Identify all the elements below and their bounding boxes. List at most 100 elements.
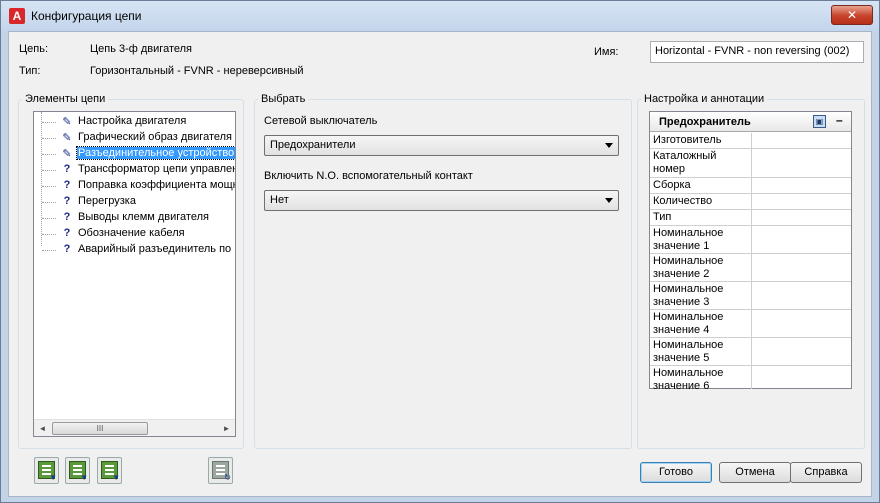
property-value[interactable] [751, 149, 851, 177]
property-value[interactable] [751, 338, 851, 365]
tree-item-label: Перегрузка [78, 195, 136, 207]
property-row[interactable]: Номинальное значение 5 [650, 338, 851, 366]
dialog-window: A Конфигурация цепи ✕ Цепь: Цепь 3-ф дви… [0, 0, 880, 503]
tree-item-selected[interactable]: ✎ Разъединительное устройство [34, 146, 235, 162]
tree-connector [42, 186, 56, 187]
pencil-icon: ✎ [62, 148, 72, 160]
scroll-right-arrow-icon[interactable]: ► [218, 420, 235, 436]
property-value[interactable] [751, 178, 851, 193]
help-button[interactable]: Справка [790, 462, 862, 483]
ok-button[interactable]: Готово [640, 462, 712, 483]
annotations-group-title: Настройка и аннотации [641, 93, 768, 105]
tree-item-label: Графический образ двигателя [78, 131, 232, 143]
name-input[interactable]: Horizontal - FVNR - non reversing (002) [650, 41, 864, 63]
aux-contact-select[interactable]: Нет [264, 190, 619, 211]
insert-circuit-button[interactable]: ▼ [34, 457, 59, 484]
property-key: Сборка [653, 179, 691, 191]
question-icon: ? [63, 211, 71, 223]
arrow-down-icon: ▼ [80, 473, 88, 482]
collapse-button[interactable]: – [836, 113, 843, 127]
select-group-title: Выбрать [258, 93, 309, 105]
aux-contact-select-value: Нет [270, 194, 289, 206]
property-row[interactable]: Тип [650, 210, 851, 226]
tree-connector [42, 250, 56, 251]
tree-item-label: Обозначение кабеля [78, 227, 185, 239]
tree-item[interactable]: ✎ Графический образ двигателя [34, 130, 234, 146]
tree-connector [42, 122, 56, 123]
property-row[interactable]: Количество [650, 194, 851, 210]
tree-connector [42, 154, 56, 155]
question-icon: ? [63, 195, 71, 207]
aux-contact-label: Включить N.O. вспомогательный контакт [264, 170, 473, 182]
property-row[interactable]: Номинальное значение 6 [650, 366, 851, 392]
scroll-thumb[interactable]: III [52, 422, 148, 435]
property-row[interactable]: Сборка [650, 178, 851, 194]
tree-item-label: Разъединительное устройство [75, 146, 235, 160]
tree-connector [42, 138, 56, 139]
autocad-logo-icon: A [9, 8, 25, 24]
property-row[interactable]: Номинальное значение 2 [650, 254, 851, 282]
disconnect-label: Сетевой выключатель [264, 115, 378, 127]
tree-item[interactable]: ? Поправка коэффициента мощности [34, 178, 236, 194]
property-row[interactable]: Номинальное значение 1 [650, 226, 851, 254]
property-key: Каталожный номер [653, 150, 717, 175]
dialog-body: Цепь: Цепь 3-ф двигателя Тип: Горизонтал… [8, 31, 872, 497]
property-key: Номинальное значение 5 [653, 339, 724, 364]
arrow-down-icon: ▼ [112, 473, 120, 482]
property-value[interactable] [751, 210, 851, 225]
properties-header: Предохранитель ▣ – [650, 112, 851, 132]
property-key: Номинальное значение 4 [653, 311, 724, 336]
tree-item[interactable]: ? Перегрузка [34, 194, 234, 210]
property-key: Тип [653, 211, 672, 223]
tree-item[interactable]: ? Обозначение кабеля [34, 226, 234, 242]
property-value[interactable] [751, 254, 851, 281]
properties-table[interactable]: Предохранитель ▣ – Изготовитель Каталожн… [649, 111, 852, 392]
property-key: Количество [653, 195, 713, 207]
tree-item-label: Выводы клемм двигателя [78, 211, 209, 223]
property-row[interactable]: Номинальное значение 4 [650, 310, 851, 338]
dropdown-arrow-icon [605, 198, 613, 203]
disconnect-select[interactable]: Предохранители [264, 135, 619, 156]
question-icon: ? [63, 227, 71, 239]
tree-item-label: Поправка коэффициента мощности [78, 179, 236, 191]
properties-title: Предохранитель [659, 116, 751, 128]
refresh-circuit-button[interactable]: ↻ [208, 457, 233, 484]
property-value[interactable] [751, 366, 851, 389]
tree-connector [42, 218, 56, 219]
name-label: Имя: [594, 46, 619, 58]
type-value: Горизонтальный - FVNR - нереверсивный [90, 65, 304, 77]
property-value[interactable] [751, 310, 851, 337]
tree-item[interactable]: ? Аварийный разъединитель по [34, 242, 234, 258]
property-key: Номинальное значение 1 [653, 227, 724, 252]
insert-circuit-button-3[interactable]: ▼ [97, 457, 122, 484]
refresh-arrow-icon: ↻ [224, 473, 231, 482]
property-value[interactable] [751, 226, 851, 253]
tree-item[interactable]: ? Трансформатор цепи управления [34, 162, 236, 178]
tree-item-label: Трансформатор цепи управления [78, 163, 236, 175]
question-icon: ? [63, 163, 71, 175]
cancel-button[interactable]: Отмена [719, 462, 791, 483]
close-button[interactable]: ✕ [831, 5, 873, 25]
tree-item[interactable]: ✎ Настройка двигателя [34, 114, 234, 130]
type-label: Тип: [19, 65, 41, 77]
circuit-elements-tree[interactable]: ✎ Настройка двигателя ✎ Графический обра… [33, 111, 236, 437]
property-row[interactable]: Номинальное значение 3 [650, 282, 851, 310]
properties-settings-icon[interactable]: ▣ [813, 115, 826, 128]
property-row[interactable]: Изготовитель [650, 133, 851, 149]
property-row[interactable]: Каталожный номер [650, 149, 851, 178]
property-value[interactable] [751, 282, 851, 309]
scroll-left-arrow-icon[interactable]: ◄ [34, 420, 51, 436]
tree-item-label: Аварийный разъединитель по [78, 243, 232, 255]
circuit-label: Цепь: [19, 43, 48, 55]
property-key: Номинальное значение 6 [653, 367, 724, 392]
property-value[interactable] [751, 133, 851, 148]
insert-circuit-button-2[interactable]: ▼ [65, 457, 90, 484]
property-value[interactable] [751, 194, 851, 209]
elements-group-title: Элементы цепи [22, 93, 109, 105]
window-title: Конфигурация цепи [31, 9, 142, 23]
property-key: Номинальное значение 2 [653, 255, 724, 280]
tree-item[interactable]: ? Выводы клемм двигателя [34, 210, 234, 226]
title-bar[interactable]: A Конфигурация цепи ✕ [1, 1, 879, 31]
question-icon: ? [63, 179, 71, 191]
horizontal-scrollbar[interactable]: ◄ III ► [34, 419, 235, 436]
